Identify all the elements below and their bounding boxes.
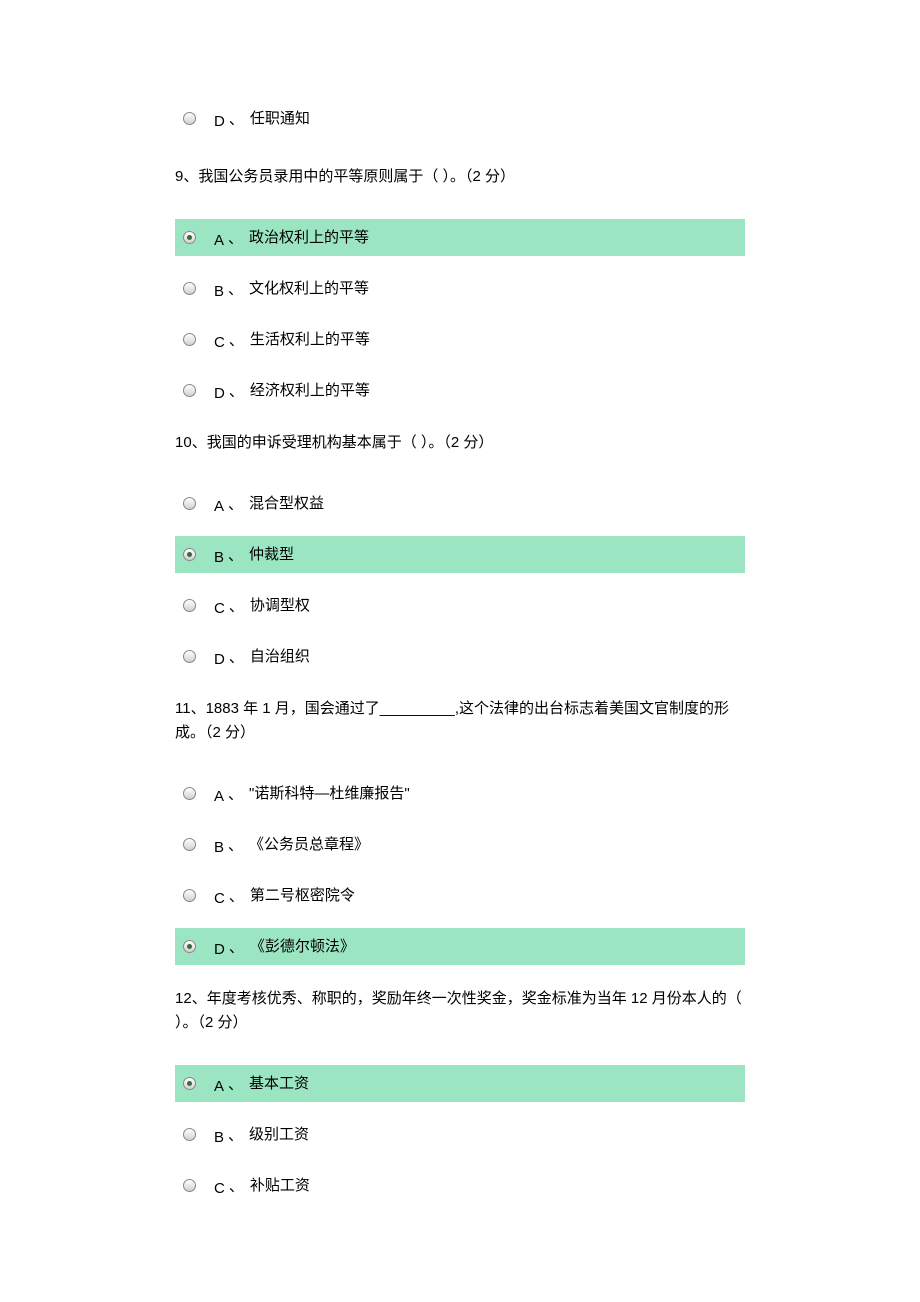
question-text: 年度考核优秀、称职的，奖励年终一次性奖金，奖金标准为当年 12 月份本人的（ ）… <box>175 990 742 1031</box>
question-number: 10 <box>175 434 192 451</box>
option-separator: 、 <box>228 783 243 804</box>
option-text: 基本工资 <box>249 1073 309 1094</box>
option-text: 生活权利上的平等 <box>250 329 370 350</box>
option-separator: 、 <box>228 1124 243 1145</box>
option-text: 仲裁型 <box>249 544 294 565</box>
option-separator: 、 <box>228 834 243 855</box>
option-text: "诺斯科特—杜维廉报告" <box>249 783 410 804</box>
option-letter: B <box>214 549 224 566</box>
question-text: 我国的申诉受理机构基本属于（ ）。（2 分） <box>207 434 494 451</box>
option-text: 《彭德尔顿法》 <box>250 936 355 957</box>
option-separator: 、 <box>229 329 244 350</box>
option-row[interactable]: A 、 "诺斯科特—杜维廉报告" <box>175 775 745 812</box>
option-row[interactable]: A 、 政治权利上的平等 <box>175 219 745 256</box>
question-separator: 、 <box>183 168 198 185</box>
option-separator: 、 <box>228 544 243 565</box>
option-letter: B <box>214 283 224 300</box>
radio-icon[interactable] <box>183 231 196 244</box>
radio-icon[interactable] <box>183 1128 196 1141</box>
question-stem: 11、1883 年 1 月，国会通过了_________,这个法律的出台标志着美… <box>175 697 745 745</box>
option-row[interactable]: C 、 补贴工资 <box>175 1167 745 1204</box>
option-separator: 、 <box>228 227 243 248</box>
option-separator: 、 <box>229 1175 244 1196</box>
option-letter: B <box>214 839 224 856</box>
option-letter: A <box>214 788 224 805</box>
option-letter: D <box>214 941 225 958</box>
radio-icon[interactable] <box>183 384 196 397</box>
option-separator: 、 <box>229 646 244 667</box>
option-letter: C <box>214 1180 225 1197</box>
option-text: 补贴工资 <box>250 1175 310 1196</box>
option-separator: 、 <box>229 380 244 401</box>
option-letter: D <box>214 651 225 668</box>
option-text: 《公务员总章程》 <box>249 834 369 855</box>
radio-icon[interactable] <box>183 282 196 295</box>
option-row[interactable]: D 、 任职通知 <box>175 100 745 137</box>
option-letter: B <box>214 1129 224 1146</box>
question-separator: 、 <box>192 990 207 1007</box>
option-letter: D <box>214 113 225 130</box>
option-letter: A <box>214 232 224 249</box>
radio-icon[interactable] <box>183 1179 196 1192</box>
radio-icon[interactable] <box>183 497 196 510</box>
radio-icon[interactable] <box>183 112 196 125</box>
option-separator: 、 <box>229 885 244 906</box>
radio-icon[interactable] <box>183 838 196 851</box>
option-letter: C <box>214 600 225 617</box>
option-row[interactable]: B 、 仲裁型 <box>175 536 745 573</box>
question-number: 11 <box>175 700 191 717</box>
option-separator: 、 <box>228 1073 243 1094</box>
option-row[interactable]: B 、 《公务员总章程》 <box>175 826 745 863</box>
question-stem: 9、我国公务员录用中的平等原则属于（ ）。（2 分） <box>175 165 745 189</box>
question-stem: 12、年度考核优秀、称职的，奖励年终一次性奖金，奖金标准为当年 12 月份本人的… <box>175 987 745 1035</box>
option-row[interactable]: B 、 文化权利上的平等 <box>175 270 745 307</box>
option-separator: 、 <box>228 278 243 299</box>
option-letter: A <box>214 1078 224 1095</box>
option-row[interactable]: C 、 生活权利上的平等 <box>175 321 745 358</box>
option-letter: A <box>214 498 224 515</box>
option-letter: C <box>214 890 225 907</box>
radio-icon[interactable] <box>183 1077 196 1090</box>
question-text: 我国公务员录用中的平等原则属于（ ）。（2 分） <box>198 168 515 185</box>
option-separator: 、 <box>229 595 244 616</box>
question-separator: 、 <box>192 434 207 451</box>
radio-icon[interactable] <box>183 787 196 800</box>
radio-icon[interactable] <box>183 548 196 561</box>
option-text: 第二号枢密院令 <box>250 885 355 906</box>
option-text: 任职通知 <box>250 108 310 129</box>
option-row[interactable]: D 、 《彭德尔顿法》 <box>175 928 745 965</box>
option-separator: 、 <box>229 108 244 129</box>
option-row[interactable]: A 、 基本工资 <box>175 1065 745 1102</box>
option-row[interactable]: C 、 协调型权 <box>175 587 745 624</box>
question-number: 12 <box>175 990 192 1007</box>
option-row[interactable]: C 、 第二号枢密院令 <box>175 877 745 914</box>
option-row[interactable]: D 、 经济权利上的平等 <box>175 372 745 409</box>
radio-icon[interactable] <box>183 599 196 612</box>
option-letter: C <box>214 334 225 351</box>
question-text: 1883 年 1 月，国会通过了_________,这个法律的出台标志着美国文官… <box>175 700 729 741</box>
option-text: 混合型权益 <box>249 493 324 514</box>
question-separator: 、 <box>191 700 206 717</box>
option-text: 协调型权 <box>250 595 310 616</box>
option-row[interactable]: B 、 级别工资 <box>175 1116 745 1153</box>
radio-icon[interactable] <box>183 333 196 346</box>
option-text: 经济权利上的平等 <box>250 380 370 401</box>
radio-icon[interactable] <box>183 940 196 953</box>
option-separator: 、 <box>229 936 244 957</box>
radio-icon[interactable] <box>183 650 196 663</box>
option-row[interactable]: A 、 混合型权益 <box>175 485 745 522</box>
option-text: 政治权利上的平等 <box>249 227 369 248</box>
option-separator: 、 <box>228 493 243 514</box>
option-row[interactable]: D 、 自治组织 <box>175 638 745 675</box>
option-letter: D <box>214 385 225 402</box>
question-stem: 10、我国的申诉受理机构基本属于（ ）。（2 分） <box>175 431 745 455</box>
radio-icon[interactable] <box>183 889 196 902</box>
option-text: 级别工资 <box>249 1124 309 1145</box>
option-text: 自治组织 <box>250 646 310 667</box>
option-text: 文化权利上的平等 <box>249 278 369 299</box>
